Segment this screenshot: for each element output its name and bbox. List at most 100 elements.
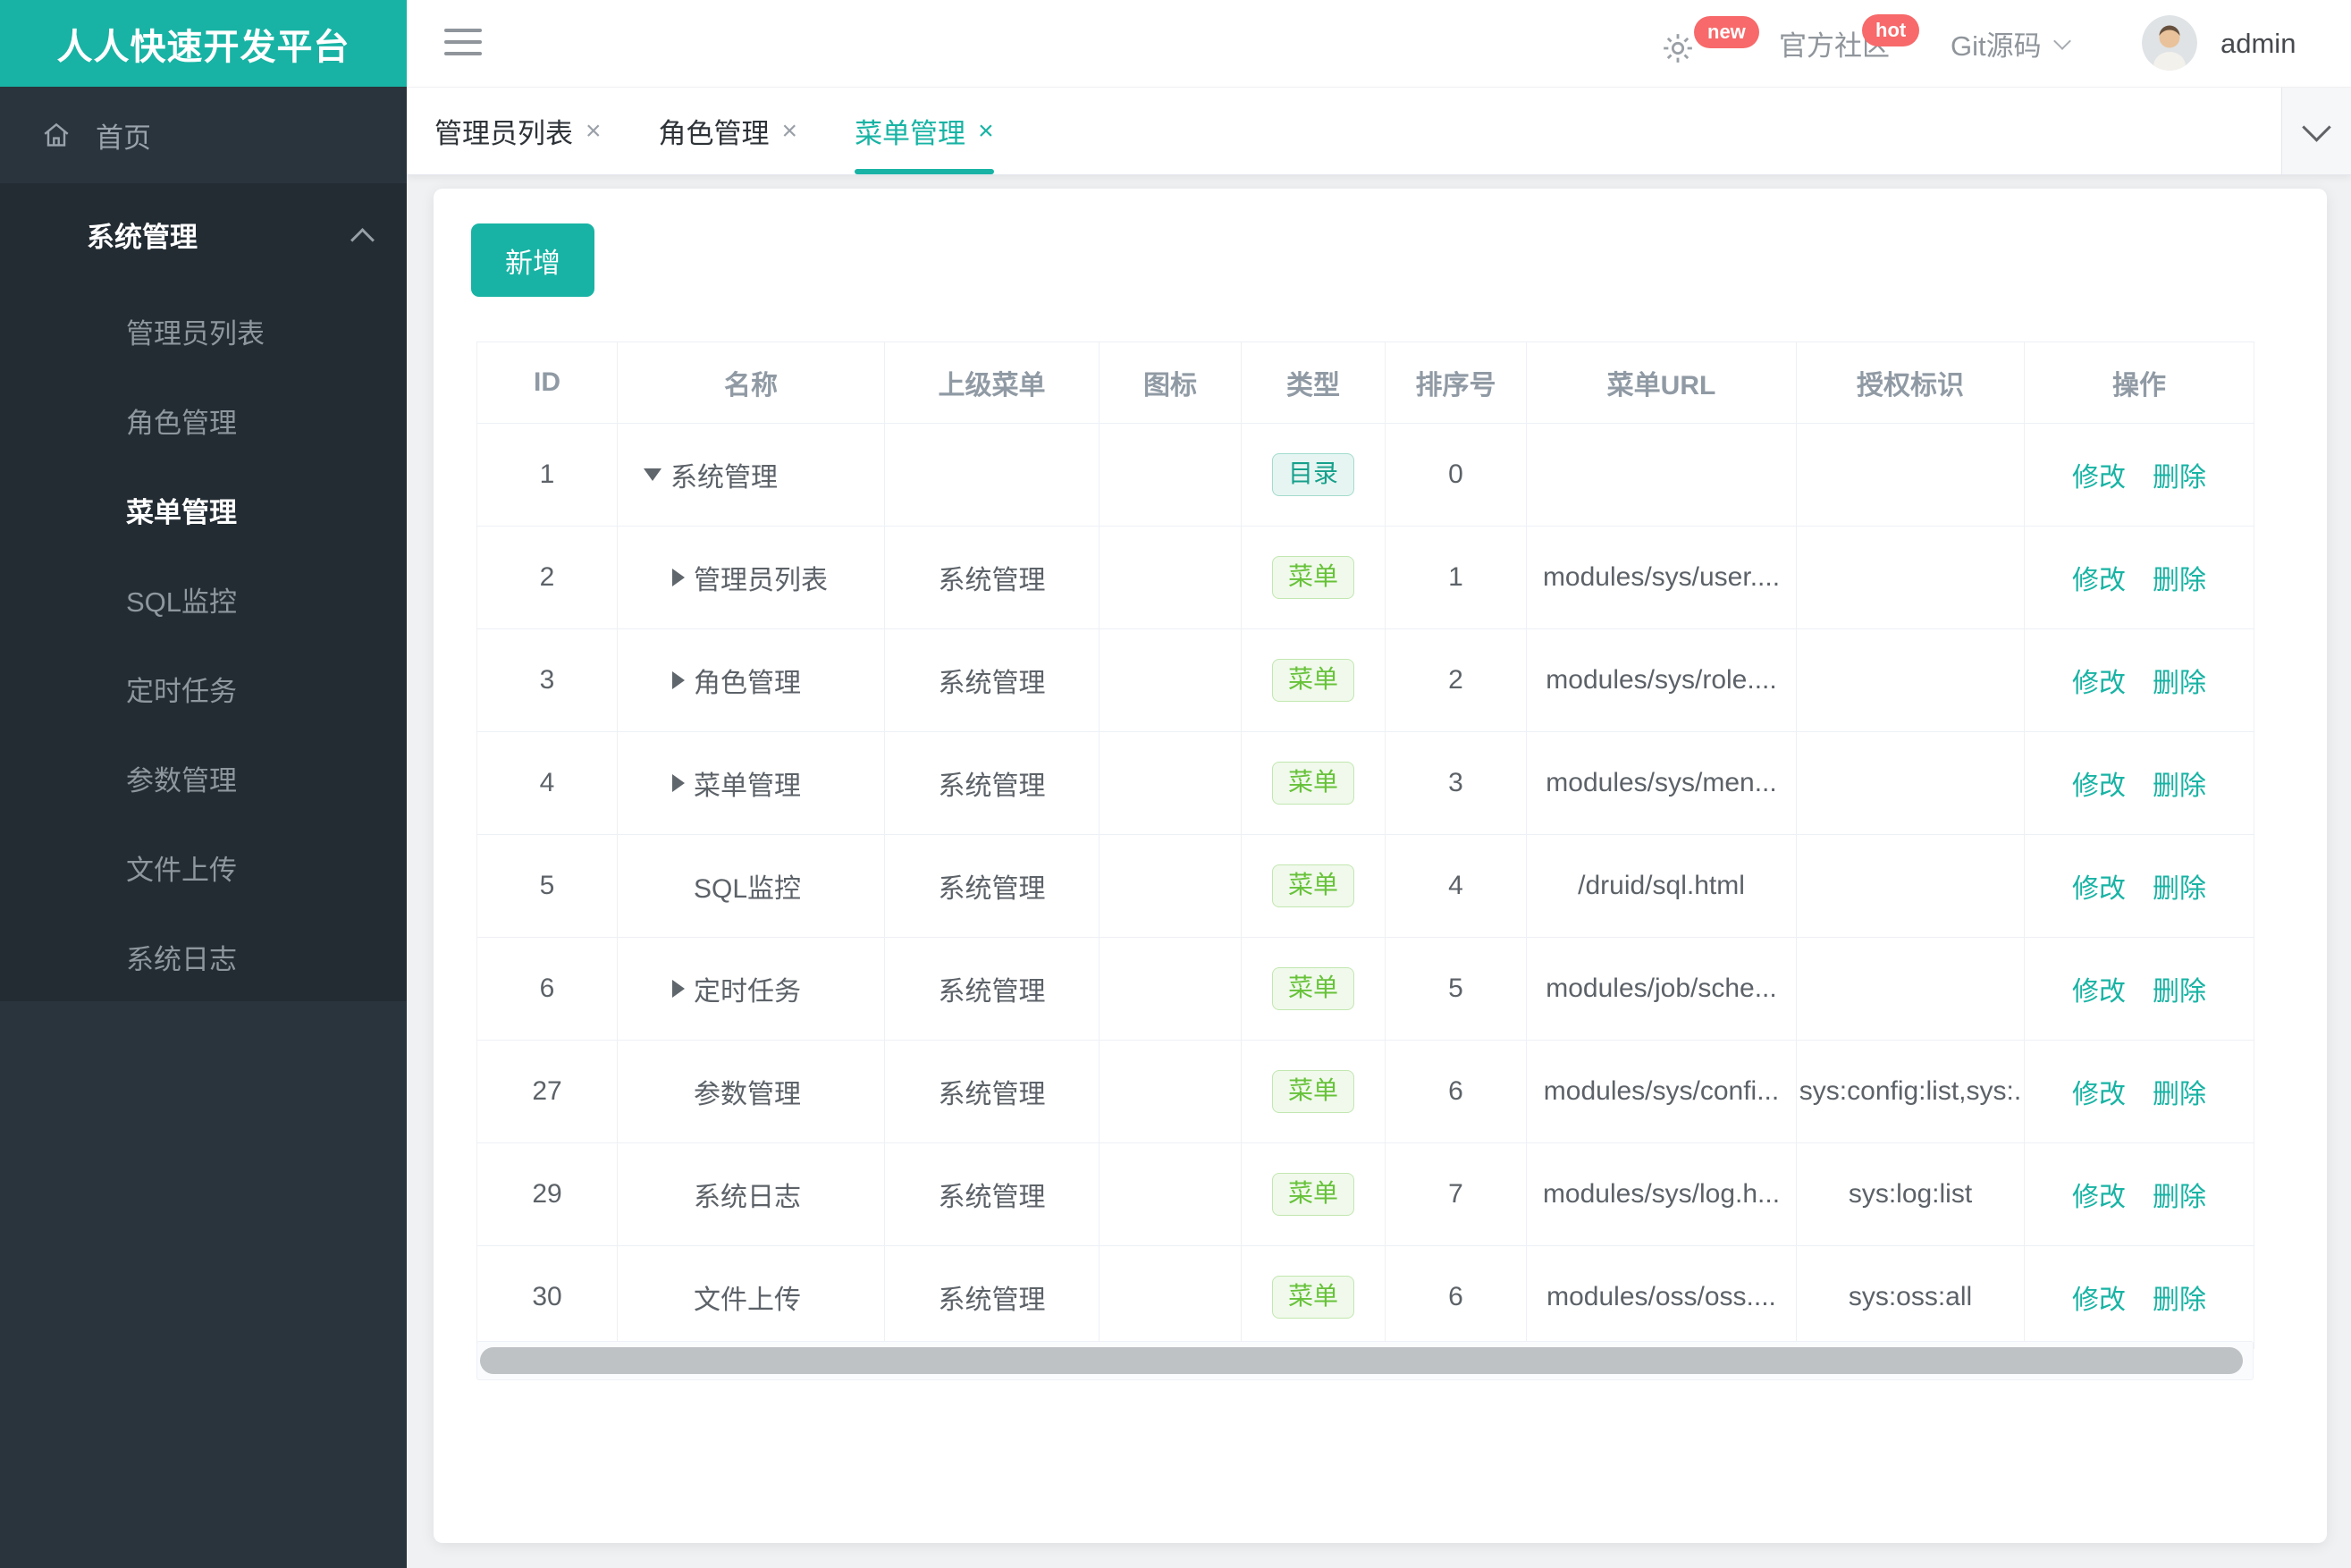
- cell-perms: [1796, 937, 2025, 1041]
- column-header-4: 类型: [1241, 341, 1386, 424]
- cell-name: 角色管理: [617, 628, 885, 732]
- menu-name: 角色管理: [694, 669, 801, 698]
- content-card: 新增 ID 名称 上级菜单 图标 类型 排序号 菜单URL 授权标识 操作 1 系统管理 目录 0 修改…: [434, 189, 2327, 1543]
- column-header-7: 授权标识: [1796, 341, 2025, 424]
- table-row: 29 系统日志 系统管理 菜单 7 modules/sys/log.h... sys:log…: [476, 1142, 2254, 1246]
- edit-link[interactable]: 修改: [2072, 463, 2126, 493]
- sidebar-item-5[interactable]: 参数管理: [0, 733, 407, 822]
- close-icon[interactable]: ×: [586, 117, 602, 145]
- cell-name: 系统管理: [617, 423, 885, 527]
- cell-id: 30: [476, 1245, 618, 1349]
- sidebar: 人人快速开发平台 首页 系统管理 管理员列表 角色管理 菜单管理 SQL监控 定时任务参…: [0, 0, 407, 1568]
- edit-link[interactable]: 修改: [2072, 566, 2126, 595]
- cell-url: modules/sys/role....: [1526, 628, 1797, 732]
- menu-name: 参数管理: [694, 1080, 801, 1109]
- delete-link[interactable]: 删除: [2153, 1183, 2206, 1212]
- cell-type: 菜单: [1241, 731, 1386, 835]
- sidebar-item-4[interactable]: 定时任务: [0, 644, 407, 733]
- tree-node: 角色管理: [619, 661, 884, 700]
- delete-link[interactable]: 删除: [2153, 669, 2206, 698]
- new-badge: new: [1694, 16, 1759, 48]
- cell-url: [1526, 423, 1797, 527]
- cell-url: modules/sys/user....: [1526, 526, 1797, 629]
- cell-icon: [1099, 1142, 1242, 1246]
- sidebar-item-home[interactable]: 首页: [0, 87, 407, 183]
- git-source-link[interactable]: Git源码: [1951, 0, 2071, 87]
- table-row: 5 SQL监控 系统管理 菜单 4/druid/sql.html 修改 删除: [476, 834, 2254, 938]
- cell-parent: 系统管理: [884, 526, 1100, 629]
- expand-arrow-icon[interactable]: [672, 980, 685, 998]
- sidebar-item-1[interactable]: 角色管理: [0, 375, 407, 465]
- edit-link[interactable]: 修改: [2072, 874, 2126, 904]
- delete-link[interactable]: 删除: [2153, 566, 2206, 595]
- cell-type: 菜单: [1241, 834, 1386, 938]
- horizontal-scrollbar[interactable]: [476, 1341, 2254, 1380]
- arrow-spacer: [672, 886, 685, 887]
- delete-link[interactable]: 删除: [2153, 874, 2206, 904]
- close-icon[interactable]: ×: [782, 117, 798, 145]
- git-source-label: Git源码: [1951, 30, 2042, 62]
- delete-link[interactable]: 删除: [2153, 771, 2206, 801]
- type-tag: 菜单: [1271, 762, 1354, 805]
- tree-node: 管理员列表: [619, 558, 884, 597]
- cell-actions: 修改 删除: [2024, 731, 2254, 835]
- delete-link[interactable]: 删除: [2153, 1080, 2206, 1109]
- brand-logo[interactable]: 人人快速开发平台: [0, 0, 407, 87]
- expand-arrow-icon[interactable]: [672, 671, 685, 689]
- tabs-expand-button[interactable]: [2281, 88, 2351, 174]
- username-menu[interactable]: admin: [2220, 0, 2296, 87]
- close-icon[interactable]: ×: [978, 117, 994, 145]
- cell-name: 参数管理: [617, 1040, 885, 1143]
- type-tag: 菜单: [1271, 556, 1354, 599]
- edit-link[interactable]: 修改: [2072, 669, 2126, 698]
- sidebar-item-3[interactable]: SQL监控: [0, 554, 407, 644]
- collapse-arrow-icon[interactable]: [644, 468, 661, 481]
- cell-id: 27: [476, 1040, 618, 1143]
- cell-icon: [1099, 937, 1242, 1041]
- sidebar-group-header[interactable]: 系统管理: [0, 183, 407, 286]
- expand-arrow-icon[interactable]: [672, 569, 685, 586]
- table-header: ID 名称 上级菜单 图标 类型 排序号 菜单URL 授权标识 操作: [476, 341, 2254, 424]
- cell-order: 5: [1385, 937, 1527, 1041]
- edit-link[interactable]: 修改: [2072, 1286, 2126, 1315]
- menu-toggle-icon[interactable]: [444, 29, 482, 63]
- cell-type: 菜单: [1241, 1245, 1386, 1349]
- sidebar-item-0[interactable]: 管理员列表: [0, 286, 407, 375]
- cell-perms: [1796, 423, 2025, 527]
- cell-id: 4: [476, 731, 618, 835]
- tab-2[interactable]: 菜单管理 ×: [855, 88, 994, 174]
- brand-title: 人人快速开发平台: [56, 27, 350, 67]
- tab-1[interactable]: 角色管理 ×: [659, 88, 798, 174]
- gear-icon[interactable]: [1660, 30, 1696, 71]
- sidebar-item-6[interactable]: 文件上传: [0, 822, 407, 912]
- add-button[interactable]: 新增: [471, 223, 594, 297]
- tab-0[interactable]: 管理员列表 ×: [434, 88, 602, 174]
- sidebar-item-2[interactable]: 菜单管理: [0, 465, 407, 554]
- scrollbar-thumb[interactable]: [480, 1347, 2243, 1374]
- edit-link[interactable]: 修改: [2072, 771, 2126, 801]
- tree-node: 参数管理: [619, 1072, 884, 1111]
- cell-perms: [1796, 628, 2025, 732]
- edit-link[interactable]: 修改: [2072, 1183, 2126, 1212]
- cell-actions: 修改 删除: [2024, 1245, 2254, 1349]
- sidebar-item-7[interactable]: 系统日志: [0, 912, 407, 1001]
- tree-node: SQL监控: [619, 866, 884, 906]
- cell-type: 菜单: [1241, 937, 1386, 1041]
- cell-url: /druid/sql.html: [1526, 834, 1797, 938]
- cell-name: 系统日志: [617, 1142, 885, 1246]
- menu-name: 管理员列表: [694, 566, 828, 595]
- sidebar-home-label: 首页: [96, 122, 151, 154]
- cell-order: 3: [1385, 731, 1527, 835]
- delete-link[interactable]: 删除: [2153, 1286, 2206, 1315]
- edit-link[interactable]: 修改: [2072, 1080, 2126, 1109]
- menu-name: 系统管理: [670, 463, 778, 493]
- cell-perms: sys:config:list,sys:.: [1796, 1040, 2025, 1143]
- home-icon: [40, 119, 72, 151]
- expand-arrow-icon[interactable]: [672, 774, 685, 792]
- edit-link[interactable]: 修改: [2072, 977, 2126, 1007]
- column-header-0: ID: [476, 341, 618, 424]
- delete-link[interactable]: 删除: [2153, 463, 2206, 493]
- arrow-spacer: [672, 1297, 685, 1298]
- delete-link[interactable]: 删除: [2153, 977, 2206, 1007]
- avatar[interactable]: [2142, 15, 2197, 71]
